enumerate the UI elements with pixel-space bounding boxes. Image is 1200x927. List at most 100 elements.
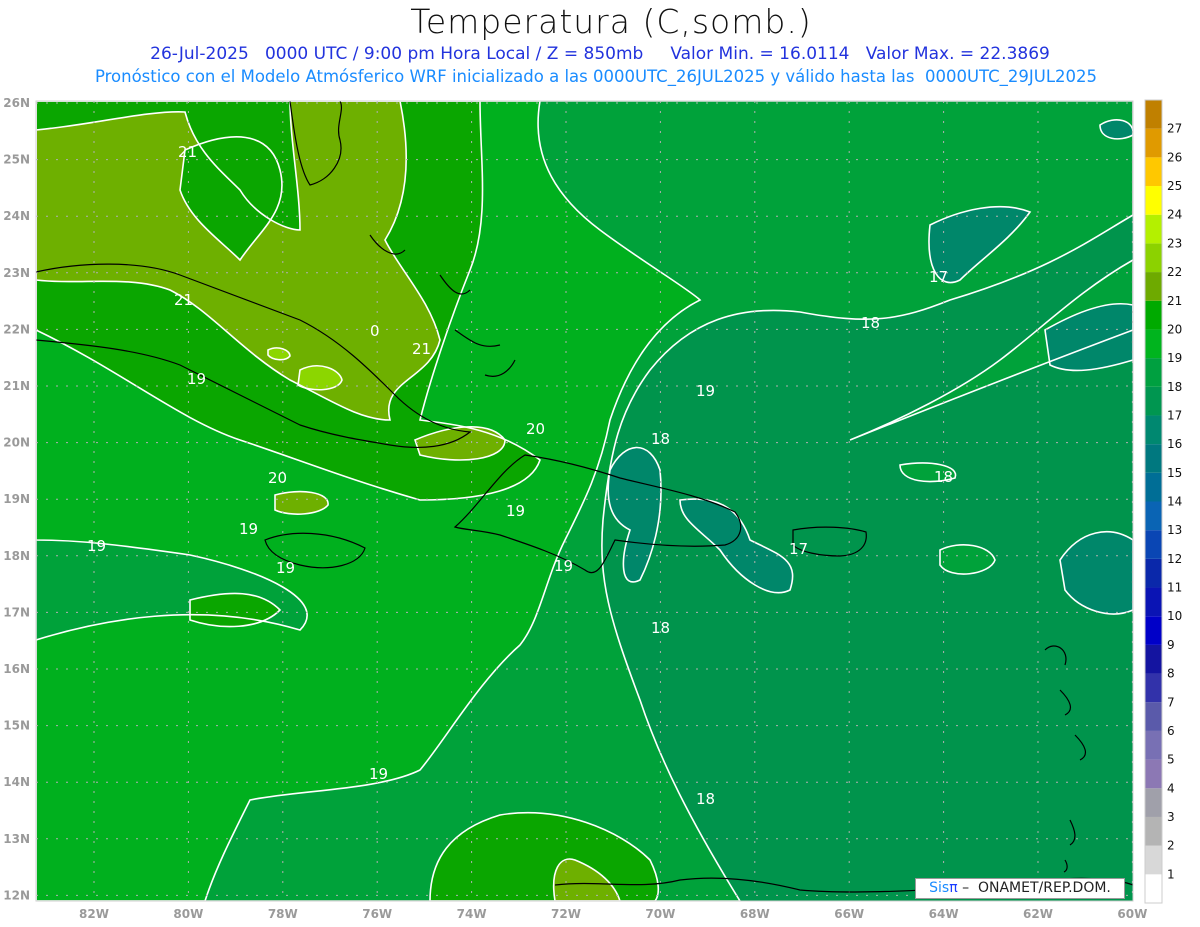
colorbar-label: 7 bbox=[1167, 695, 1175, 709]
colorbar-label: 3 bbox=[1167, 810, 1175, 824]
credit-sis: Sis bbox=[929, 880, 950, 896]
colorbar-label: 27 bbox=[1167, 122, 1182, 136]
lon-label: 60W bbox=[1117, 907, 1147, 921]
contour-label: 21 bbox=[174, 291, 193, 309]
colorbar-segment bbox=[1145, 587, 1162, 617]
contour-label: 21 bbox=[412, 340, 431, 358]
colorbar-label: 23 bbox=[1167, 236, 1182, 250]
colorbar-label: 14 bbox=[1167, 495, 1182, 509]
contour-label: 19 bbox=[506, 502, 525, 520]
colorbar-label: 16 bbox=[1167, 437, 1182, 451]
credit-box: Sisπ – ONAMET/REP.DOM. bbox=[915, 878, 1125, 899]
colorbar-label: 18 bbox=[1167, 380, 1182, 394]
lon-label: 72W bbox=[551, 907, 581, 921]
colorbar-label: 5 bbox=[1167, 753, 1175, 767]
colorbar-segment bbox=[1145, 300, 1162, 330]
model-info: Pronóstico con el Modelo Atmósferico WRF… bbox=[94, 67, 1098, 86]
contour-label: 18 bbox=[934, 468, 953, 486]
colorbar-label: 6 bbox=[1167, 724, 1175, 738]
lon-label: 78W bbox=[268, 907, 298, 921]
colorbar-segment bbox=[1145, 243, 1162, 273]
colorbar-label: 25 bbox=[1167, 179, 1182, 193]
colorbar-segment bbox=[1145, 673, 1162, 703]
lat-label: 19N bbox=[3, 492, 30, 506]
lon-label: 74W bbox=[457, 907, 487, 921]
lon-label: 66W bbox=[834, 907, 864, 921]
contour-label: 17 bbox=[789, 540, 808, 558]
colorbar-segment bbox=[1145, 358, 1162, 387]
colorbar-label: 22 bbox=[1167, 265, 1182, 279]
colorbar-segment bbox=[1145, 644, 1162, 674]
colorbar-label: 2 bbox=[1167, 839, 1175, 853]
contour-label: 20 bbox=[526, 420, 545, 438]
lat-label: 18N bbox=[3, 549, 30, 563]
contour-label: 19 bbox=[187, 370, 206, 388]
colorbar-label: 8 bbox=[1167, 667, 1175, 681]
colorbar-label: 13 bbox=[1167, 523, 1182, 537]
lat-label: 22N bbox=[3, 322, 30, 336]
colorbar-segment bbox=[1145, 558, 1162, 588]
colorbar-segment bbox=[1145, 186, 1162, 215]
colorbar: 1234567891011121314151617181920212223242… bbox=[1144, 99, 1182, 904]
temperature-map: 21 21 0 21 19 20 20 19 19 19 19 19 18 19… bbox=[3, 96, 1182, 921]
colorbar-segment bbox=[1145, 415, 1162, 445]
contour-label: 19 bbox=[696, 382, 715, 400]
colorbar-segment bbox=[1145, 530, 1162, 559]
contour-label: 19 bbox=[87, 537, 106, 555]
lon-label: 64W bbox=[929, 907, 959, 921]
contour-label: 20 bbox=[268, 469, 287, 487]
contour-label: 19 bbox=[239, 520, 258, 538]
colorbar-label: 4 bbox=[1167, 781, 1175, 795]
colorbar-segment bbox=[1145, 214, 1162, 244]
colorbar-segment bbox=[1145, 788, 1162, 817]
contour-label: 19 bbox=[369, 765, 388, 783]
contour-label: 18 bbox=[861, 314, 880, 332]
colorbar-label: 15 bbox=[1167, 466, 1182, 480]
lon-label: 68W bbox=[740, 907, 770, 921]
lat-label: 15N bbox=[3, 719, 30, 733]
credit-pi: π bbox=[949, 880, 958, 896]
colorbar-segment bbox=[1145, 128, 1162, 158]
colorbar-segment bbox=[1145, 501, 1162, 531]
colorbar-segment bbox=[1145, 386, 1162, 416]
colorbar-segment bbox=[1145, 100, 1162, 129]
lat-label: 25N bbox=[3, 153, 30, 167]
contour-label: 17 bbox=[929, 268, 948, 286]
colorbar-label: 26 bbox=[1167, 150, 1182, 164]
contour-label: 0 bbox=[370, 322, 380, 340]
colorbar-segment bbox=[1145, 759, 1162, 789]
lat-label: 26N bbox=[3, 96, 30, 110]
colorbar-label: 12 bbox=[1167, 552, 1182, 566]
lon-label: 80W bbox=[173, 907, 203, 921]
colorbar-segment bbox=[1145, 157, 1162, 187]
colorbar-label: 9 bbox=[1167, 638, 1175, 652]
colorbar-segment bbox=[1145, 816, 1162, 846]
colorbar-label: 19 bbox=[1167, 351, 1182, 365]
colorbar-segment bbox=[1145, 874, 1162, 903]
colorbar-segment bbox=[1145, 730, 1162, 760]
colorbar-segment bbox=[1145, 444, 1162, 473]
colorbar-label: 1 bbox=[1167, 867, 1175, 881]
contour-label: 18 bbox=[651, 430, 670, 448]
colorbar-label: 20 bbox=[1167, 322, 1182, 336]
contour-label: 18 bbox=[696, 790, 715, 808]
lat-label: 16N bbox=[3, 662, 30, 676]
contour-label: 18 bbox=[651, 619, 670, 637]
lon-label: 82W bbox=[79, 907, 109, 921]
lon-label: 62W bbox=[1023, 907, 1053, 921]
colorbar-segment bbox=[1145, 702, 1162, 731]
colorbar-label: 10 bbox=[1167, 609, 1182, 623]
lon-label: 76W bbox=[362, 907, 392, 921]
colorbar-segment bbox=[1145, 616, 1162, 645]
forecast-info: 26-Jul-2025 0000 UTC / 9:00 pm Hora Loca… bbox=[150, 44, 1050, 64]
lat-label: 23N bbox=[3, 266, 30, 280]
map-title: Temperatura (C,somb.) bbox=[410, 2, 812, 41]
contour-label: 19 bbox=[276, 559, 295, 577]
contour-label: 21 bbox=[178, 143, 197, 161]
colorbar-segment bbox=[1145, 272, 1162, 301]
credit-text: – ONAMET/REP.DOM. bbox=[957, 880, 1111, 896]
lon-label: 70W bbox=[645, 907, 675, 921]
lat-label: 21N bbox=[3, 379, 30, 393]
colorbar-segment bbox=[1145, 472, 1162, 502]
lat-label: 24N bbox=[3, 209, 30, 223]
